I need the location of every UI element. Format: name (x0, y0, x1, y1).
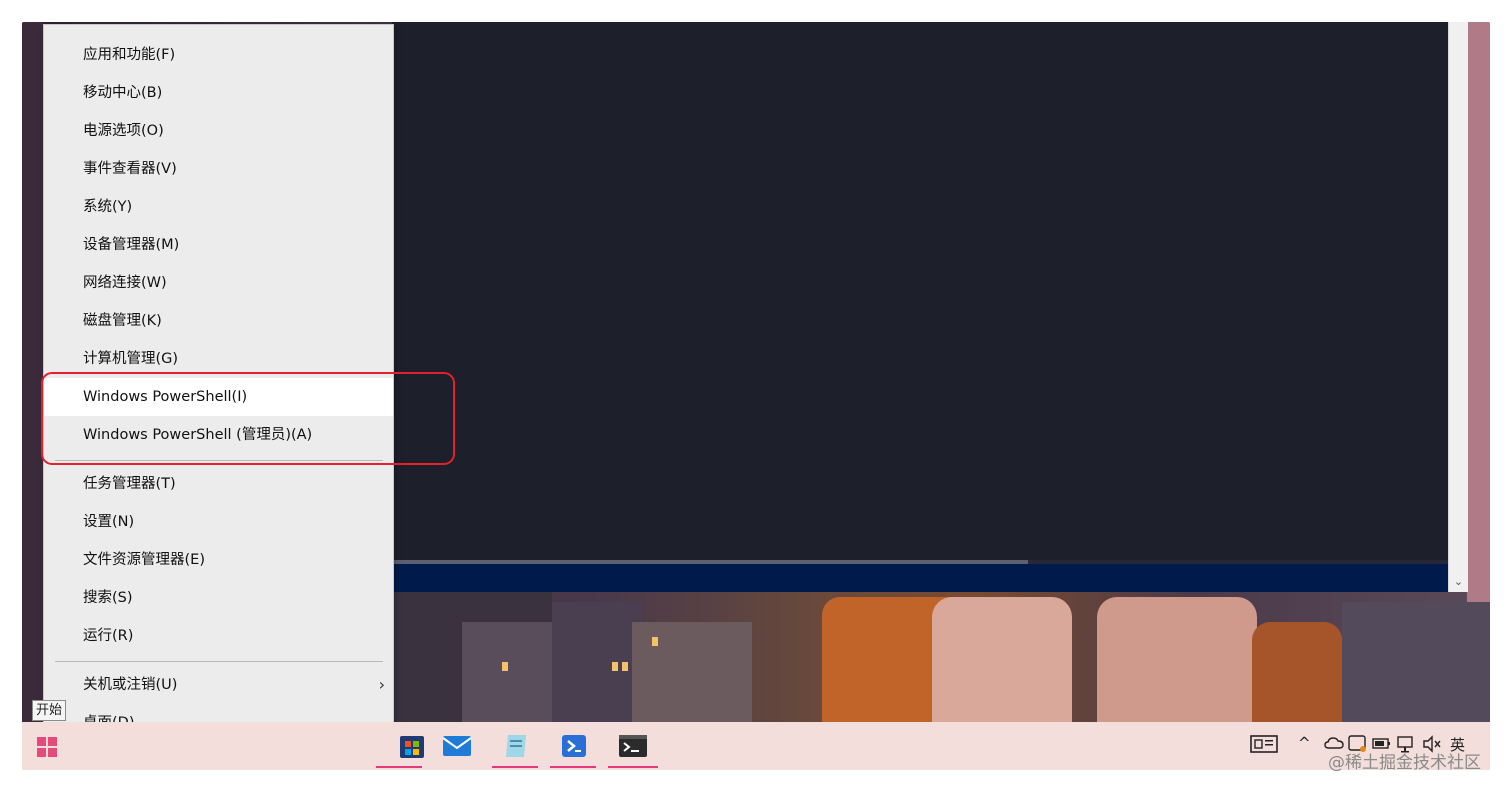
menu-item-label: 网络连接(W) (83, 275, 167, 291)
store-icon[interactable] (398, 732, 426, 760)
menu-item-label: 应用和功能(F) (83, 47, 176, 63)
menu-item-apps-features[interactable]: 应用和功能(F) (44, 36, 393, 74)
taskbar: ^ 英 (22, 722, 1490, 770)
highlight-annotation-box (41, 372, 455, 465)
watermark-text: @稀土掘金技术社区 (1328, 753, 1481, 773)
menu-item-label: 事件查看器(V) (83, 161, 177, 177)
terminal-status-strip (392, 564, 1448, 592)
menu-item-label: 系统(Y) (83, 199, 133, 215)
menu-item-label: 磁盘管理(K) (83, 313, 162, 329)
menu-item-run[interactable]: 运行(R) (44, 617, 393, 655)
menu-item-label: 电源选项(O) (83, 123, 164, 139)
menu-item-device-manager[interactable]: 设备管理器(M) (44, 226, 393, 264)
menu-item-task-manager[interactable]: 任务管理器(T) (44, 465, 393, 503)
menu-item-label: 移动中心(B) (83, 85, 163, 101)
menu-item-mobility-center[interactable]: 移动中心(B) (44, 74, 393, 112)
menu-item-file-explorer[interactable]: 文件资源管理器(E) (44, 541, 393, 579)
scroll-down-icon[interactable]: ⌄ (1449, 574, 1468, 590)
terminal-icon[interactable] (618, 732, 647, 760)
menu-item-power-options[interactable]: 电源选项(O) (44, 112, 393, 150)
menu-item-label: 关机或注销(U) (83, 677, 178, 693)
menu-item-network-connections[interactable]: 网络连接(W) (44, 264, 393, 302)
menu-item-settings[interactable]: 设置(N) (44, 503, 393, 541)
menu-item-search[interactable]: 搜索(S) (44, 579, 393, 617)
menu-separator (55, 661, 383, 662)
menu-item-label: 搜索(S) (83, 590, 133, 606)
menu-item-system[interactable]: 系统(Y) (44, 188, 393, 226)
menu-item-label: 运行(R) (83, 628, 134, 644)
running-indicator (608, 766, 658, 768)
notepad-icon[interactable] (502, 732, 530, 760)
menu-item-event-viewer[interactable]: 事件查看器(V) (44, 150, 393, 188)
menu-item-label: 任务管理器(T) (83, 476, 176, 492)
powershell-icon[interactable] (560, 732, 588, 760)
menu-item-disk-management[interactable]: 磁盘管理(K) (44, 302, 393, 340)
terminal-window[interactable]: ⌄ (392, 22, 1468, 592)
news-widget-icon[interactable] (1250, 734, 1278, 758)
menu-item-label: 设备管理器(M) (83, 237, 180, 253)
chevron-right-icon: › (378, 675, 385, 694)
menu-item-label: 文件资源管理器(E) (83, 552, 205, 568)
running-indicator (550, 766, 596, 768)
show-hidden-icons-chevron-icon[interactable]: ^ (1298, 734, 1311, 752)
menu-item-label: 设置(N) (83, 514, 135, 530)
running-indicator (492, 766, 538, 768)
running-indicator (376, 766, 422, 768)
start-tooltip: 开始 (32, 700, 66, 721)
vertical-scrollbar[interactable]: ⌄ (1448, 22, 1468, 592)
menu-item-shutdown-signout[interactable]: 关机或注销(U) › (44, 666, 393, 704)
mail-icon[interactable] (442, 732, 472, 760)
start-icon[interactable] (36, 736, 58, 758)
